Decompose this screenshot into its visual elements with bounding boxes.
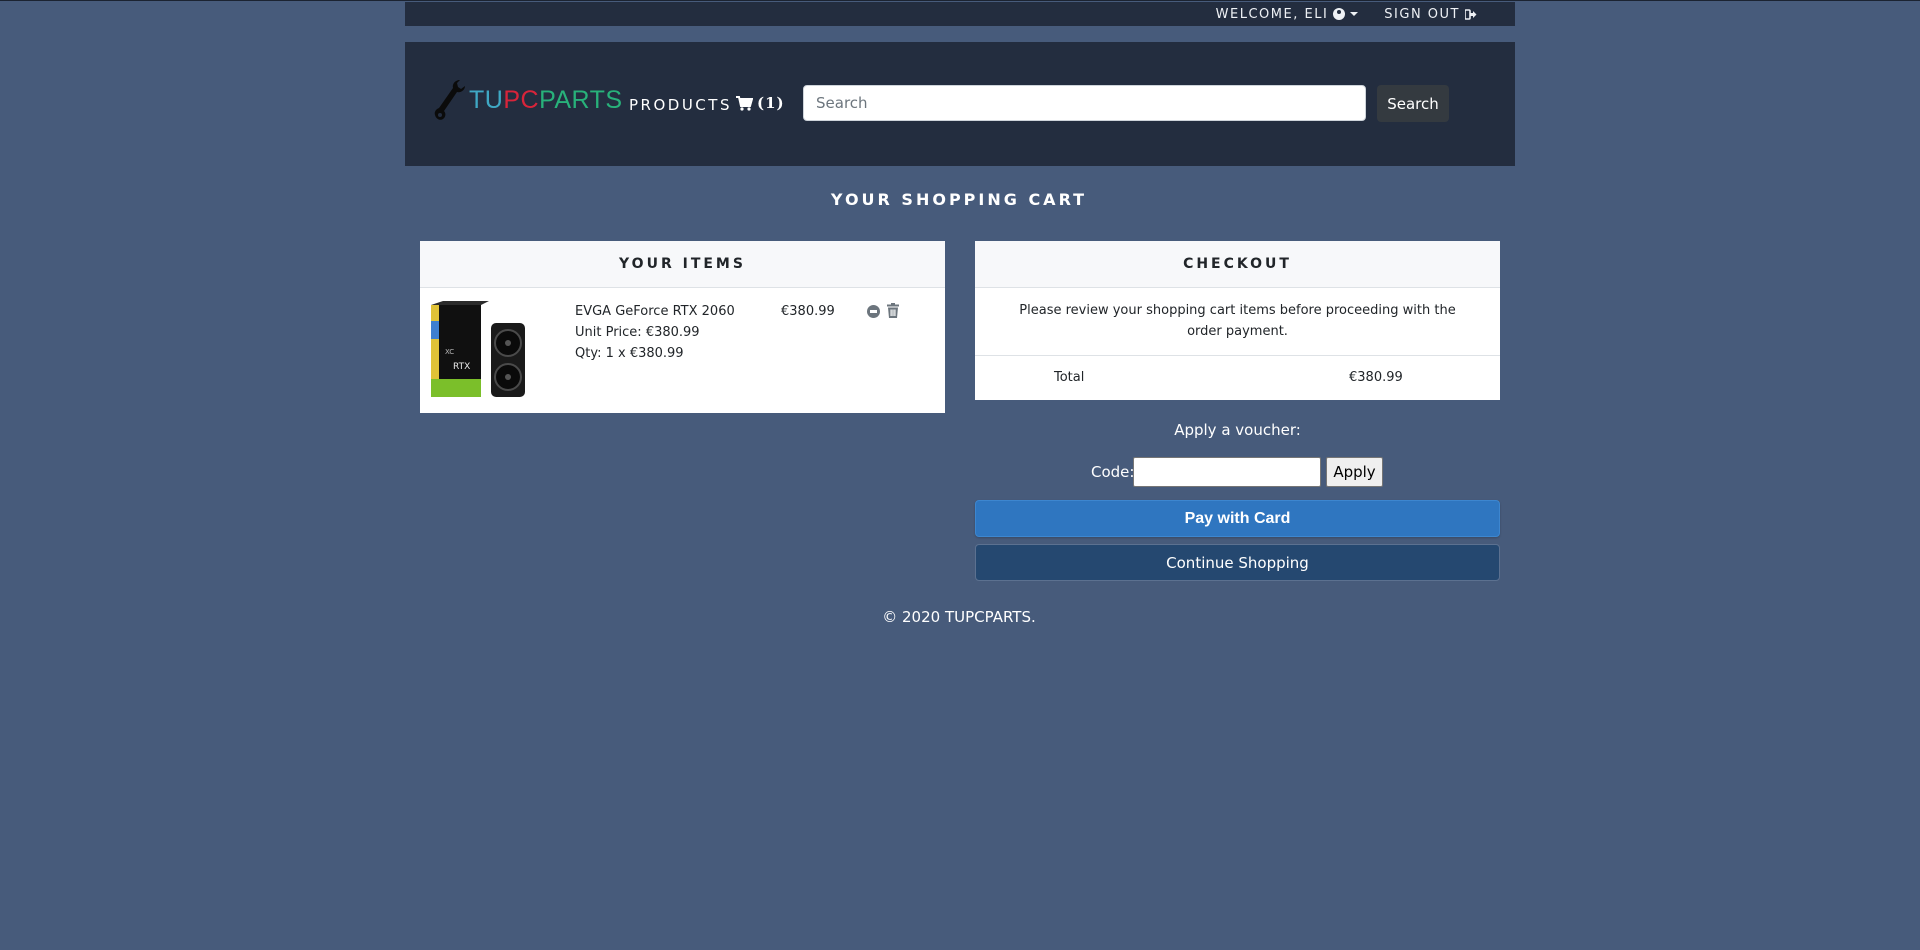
brand-logo[interactable]: TUPCPARTS — [433, 78, 623, 122]
item-unit-price: Unit Price: €380.99 — [575, 325, 700, 340]
caret-down-icon — [1350, 12, 1359, 16]
item-quantity: Qty: 1 x €380.99 — [575, 346, 684, 361]
sign-out-link[interactable]: SIGN OUT — [1384, 7, 1477, 22]
continue-shopping-button[interactable]: Continue Shopping — [975, 544, 1500, 581]
user-menu[interactable]: WELCOME, ELI — [1216, 7, 1359, 22]
total-label: Total — [1054, 370, 1085, 385]
checkout-header: CHECKOUT — [975, 241, 1500, 288]
item-name: EVGA GeForce RTX 2060 — [575, 304, 735, 319]
voucher-title: Apply a voucher: — [1174, 421, 1301, 439]
sign-out-label[interactable]: SIGN OUT — [1384, 7, 1460, 22]
items-panel-header: YOUR ITEMS — [420, 241, 945, 288]
brand-name: TUPCPARTS — [469, 85, 623, 114]
trash-icon[interactable] — [887, 303, 899, 318]
cart-count: (1) — [757, 94, 785, 112]
total-value: €380.99 — [1349, 370, 1403, 385]
nav-cart-link[interactable]: (1) — [736, 94, 785, 112]
footer-copyright: © 2020 TUPCPARTS. — [882, 608, 1036, 626]
wrench-icon — [434, 80, 465, 120]
voucher-code-label: Code: — [1091, 463, 1135, 481]
welcome-text[interactable]: WELCOME, ELI — [1216, 7, 1329, 22]
nav-products-link[interactable]: PRODUCTS — [629, 96, 732, 114]
search-button[interactable]: Search — [1377, 85, 1449, 122]
user-circle-icon — [1333, 8, 1346, 20]
pay-with-card-button[interactable]: Pay with Card — [975, 500, 1500, 537]
main-navbar: TUPCPARTS PRODUCTS (1) Search — [405, 42, 1515, 166]
shopping-cart-icon — [736, 95, 753, 111]
svg-text:RTX: RTX — [453, 362, 470, 372]
svg-text:XC: XC — [445, 348, 454, 356]
items-panel: YOUR ITEMS RTX XC EVGA GeForce RTX 2060 … — [420, 241, 945, 413]
sign-out-icon — [1465, 8, 1477, 20]
voucher-code-input[interactable] — [1133, 457, 1321, 487]
total-row: Total €380.99 — [975, 356, 1500, 401]
checkout-message: Please review your shopping cart items b… — [975, 288, 1500, 356]
page-title: YOUR SHOPPING CART — [830, 190, 1088, 209]
search-input[interactable] — [803, 85, 1366, 121]
apply-voucher-button[interactable]: Apply — [1326, 457, 1383, 487]
checkout-panel: CHECKOUT Please review your shopping car… — [975, 241, 1500, 400]
item-price: €380.99 — [781, 304, 835, 319]
product-image[interactable]: RTX XC — [429, 301, 532, 401]
top-bar: WELCOME, ELI SIGN OUT — [405, 2, 1515, 26]
top-border — [0, 0, 1920, 1]
minus-circle-icon[interactable] — [867, 305, 880, 318]
